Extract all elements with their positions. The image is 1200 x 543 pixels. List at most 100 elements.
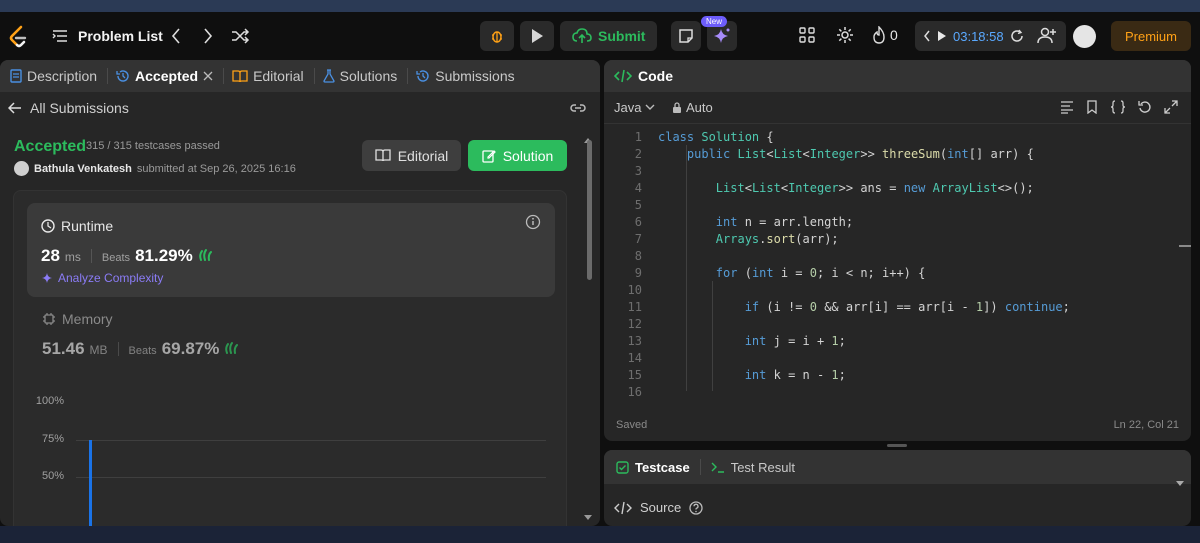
chevron-down-icon (645, 104, 655, 111)
code-line[interactable]: 14 (604, 349, 1191, 366)
y-tick-label: 100% (35, 395, 64, 407)
sparkle-icon (41, 272, 53, 284)
curly-braces-icon[interactable] (1110, 100, 1126, 114)
code-line[interactable]: 6 int n = arr.length; (604, 213, 1191, 230)
play-icon (530, 28, 544, 44)
notes-button[interactable] (671, 21, 702, 51)
book-icon (232, 69, 248, 83)
close-tab-icon[interactable] (203, 71, 213, 81)
runtime-beats: 81.29% (135, 246, 193, 265)
code-line[interactable]: 2 public List<List<Integer>> threeSum(in… (604, 145, 1191, 162)
code-brackets-icon (614, 501, 632, 515)
tab-solutions[interactable]: Solutions (323, 68, 397, 84)
memory-value: 51.46 (42, 339, 85, 358)
scroll-down-icon[interactable] (583, 514, 593, 522)
reset-code-icon[interactable] (1138, 100, 1152, 114)
leetcode-logo-icon[interactable] (8, 25, 30, 49)
code-line[interactable]: 11 if (i != 0 && arr[i] == arr[i - 1]) c… (604, 298, 1191, 315)
code-panel: Code Java Auto 1 class Solution {2 publ… (604, 60, 1191, 441)
tab-divider (407, 68, 409, 84)
source-row[interactable]: Source (614, 500, 703, 515)
code-line[interactable]: 4 List<List<Integer>> ans = new ArrayLis… (604, 179, 1191, 196)
tab-divider (107, 68, 109, 84)
run-button[interactable] (520, 21, 554, 51)
panel-collapse-icon[interactable] (1175, 480, 1185, 488)
premium-button[interactable]: Premium (1111, 21, 1191, 51)
next-problem-icon[interactable] (202, 26, 214, 46)
memory-title-label: Memory (62, 311, 113, 327)
timer-collapse-chevron-icon[interactable] (923, 30, 931, 42)
os-top-strip (0, 0, 1200, 12)
tab-editorial-label: Editorial (253, 68, 304, 84)
expand-icon[interactable] (1164, 100, 1178, 114)
panel-resize-handle[interactable] (887, 444, 907, 447)
share-link-icon[interactable] (569, 101, 587, 115)
history-icon (116, 69, 130, 83)
submitted-at: submitted at Sep 26, 2025 16:16 (136, 162, 296, 175)
all-submissions-label: All Submissions (30, 100, 129, 116)
submitter-name[interactable]: Bathula Venkatesh (34, 163, 132, 175)
code-line[interactable]: 7 Arrays.sort(arr); (604, 230, 1191, 247)
grid-line (76, 477, 546, 478)
code-line[interactable]: 5 (604, 196, 1191, 213)
analyze-complexity-link[interactable]: Analyze Complexity (41, 271, 163, 285)
streak-counter[interactable]: 0 (872, 26, 898, 44)
flame-icon (872, 26, 886, 44)
code-text: int k = n - 1; (744, 367, 846, 382)
all-submissions-link[interactable]: All Submissions (8, 100, 129, 116)
left-scroll-thumb[interactable] (587, 140, 592, 280)
code-line[interactable]: 13 int j = i + 1; (604, 332, 1191, 349)
top-navbar: Problem List Submit New 0 03:18:58 Premi… (0, 12, 1200, 60)
code-line[interactable]: 8 (604, 247, 1191, 264)
debug-button[interactable] (480, 21, 514, 51)
auto-mode-toggle[interactable]: Auto (672, 100, 713, 115)
line-number: 1 (634, 129, 642, 144)
solution-button[interactable]: Solution (468, 140, 567, 171)
line-number: 7 (634, 231, 642, 246)
code-line[interactable]: 16 (604, 383, 1191, 400)
submit-button[interactable]: Submit (560, 21, 658, 51)
settings-gear-icon[interactable] (836, 26, 854, 44)
user-avatar[interactable] (1073, 25, 1096, 48)
language-select[interactable]: Java (614, 100, 655, 115)
info-icon[interactable] (525, 214, 541, 230)
format-lines-icon[interactable] (1060, 100, 1074, 114)
clap-hands-icon (198, 247, 214, 261)
problem-list-button[interactable]: Problem List (52, 24, 163, 48)
layout-grid-icon[interactable] (799, 27, 815, 43)
editorial-button[interactable]: Editorial (362, 140, 461, 171)
code-editor[interactable]: 1 class Solution {2 public List<List<Inte… (604, 128, 1191, 408)
code-line[interactable]: 15 int k = n - 1; (604, 366, 1191, 383)
line-number: 4 (634, 180, 642, 195)
timer-play-icon[interactable] (937, 30, 947, 42)
tab-submissions[interactable]: Submissions (416, 68, 515, 84)
runtime-beats-label: Beats (101, 252, 131, 264)
prev-problem-icon[interactable] (170, 26, 182, 46)
code-brackets-icon (614, 69, 632, 83)
timer-reset-icon[interactable] (1010, 29, 1024, 43)
line-number: 10 (627, 282, 642, 297)
tab-editorial[interactable]: Editorial (232, 68, 304, 84)
tab-description[interactable]: Description (10, 68, 97, 84)
tab-accepted[interactable]: Accepted (116, 68, 213, 84)
code-line[interactable]: 12 (604, 315, 1191, 332)
code-line[interactable]: 3 (604, 162, 1191, 179)
y-tick-label: 50% (41, 470, 64, 482)
clap-hands-icon (224, 340, 240, 354)
runtime-card[interactable]: Runtime 28 ms Beats 81.29% Analyze Compl… (27, 203, 555, 297)
code-line[interactable]: 10 (604, 281, 1191, 298)
help-icon[interactable] (689, 500, 703, 515)
code-scroll-thumb[interactable] (1179, 245, 1191, 247)
code-line[interactable]: 1 class Solution { (604, 128, 1191, 145)
add-friend-icon[interactable] (1037, 26, 1057, 44)
os-taskbar (0, 526, 1200, 543)
bookmark-icon[interactable] (1086, 100, 1098, 114)
line-number: 2 (634, 146, 642, 161)
your-submission-bar[interactable] (89, 439, 92, 526)
tab-test-result[interactable]: Test Result (711, 460, 795, 475)
memory-title[interactable]: Memory (42, 311, 113, 327)
shuffle-icon[interactable] (230, 26, 250, 46)
code-line[interactable]: 9 for (int i = 0; i < n; i++) { (604, 264, 1191, 281)
tab-testcase[interactable]: Testcase (616, 460, 690, 475)
tab-divider (313, 68, 315, 84)
